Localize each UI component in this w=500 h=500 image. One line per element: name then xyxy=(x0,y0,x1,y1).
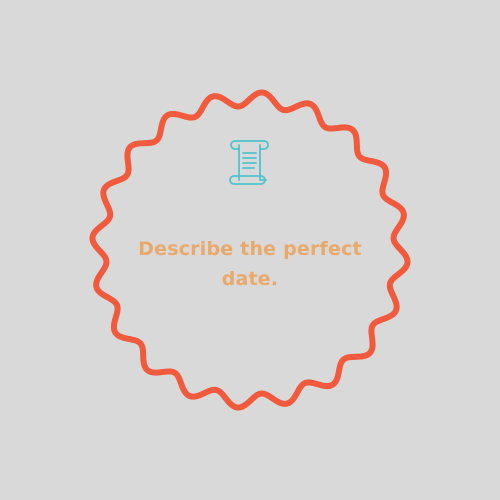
prompt-text: Describe the perfect date. xyxy=(138,238,362,290)
card-canvas: Describe the perfect date. xyxy=(0,0,500,500)
scroll-icon xyxy=(229,140,269,185)
